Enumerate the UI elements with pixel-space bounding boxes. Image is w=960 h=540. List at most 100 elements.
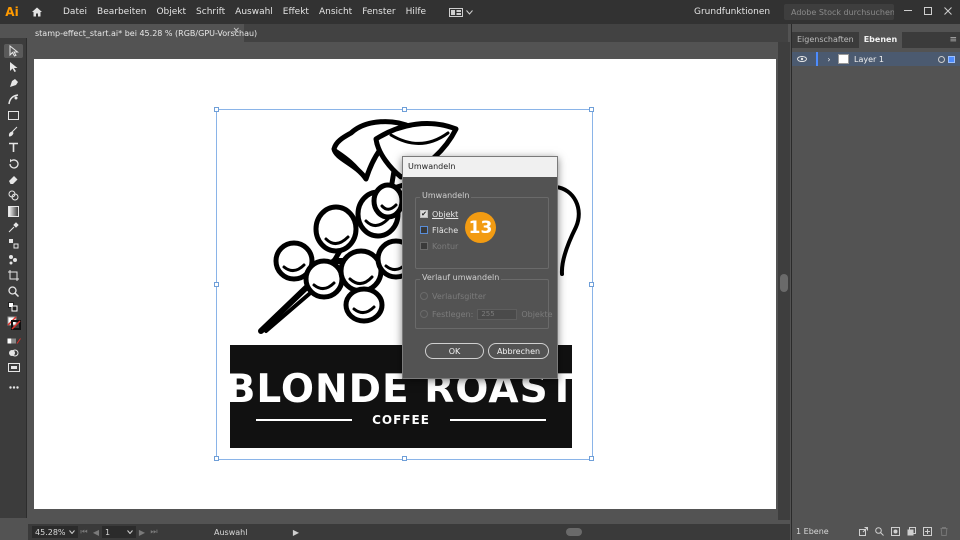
home-icon[interactable]	[26, 1, 48, 23]
horizontal-scroll-thumb[interactable]	[566, 528, 582, 536]
resize-handle[interactable]	[589, 107, 594, 112]
tab-ebenen[interactable]: Ebenen	[858, 32, 903, 48]
menu-schrift[interactable]: Schrift	[191, 0, 230, 24]
minimize-icon[interactable]	[898, 0, 918, 22]
layer-color-indicator	[816, 52, 818, 66]
new-sublayer-icon[interactable]	[907, 526, 917, 536]
option-festlegen: Festlegen: 255 Objekte	[420, 308, 553, 320]
gradient-expand-group: Verlauf umwandeln Verlaufsgitter Festleg…	[415, 273, 553, 329]
layers-panel: Eigenschaften Ebenen ≡ › Layer 1 1 Ebene	[791, 24, 960, 540]
status-menu-icon[interactable]: ▶	[290, 528, 302, 537]
radio-verlaufsgitter	[420, 292, 428, 300]
locate-object-icon[interactable]	[875, 526, 885, 536]
document-tab-bar: stamp-effect_start.ai* bei 45.28 % (RGB/…	[28, 24, 788, 42]
resize-handle[interactable]	[214, 282, 219, 287]
checkbox-flaeche[interactable]	[420, 226, 428, 234]
next-artboard-icon[interactable]: ▶	[136, 528, 148, 537]
cancel-button[interactable]: Abbrechen	[488, 343, 549, 359]
last-artboard-icon[interactable]: ⏭	[148, 527, 160, 537]
resize-handle[interactable]	[402, 107, 407, 112]
resize-handle[interactable]	[214, 107, 219, 112]
rectangle-tool-icon[interactable]	[4, 108, 23, 122]
menu-hilfe[interactable]: Hilfe	[401, 0, 431, 24]
menu-fenster[interactable]: Fenster	[357, 0, 400, 24]
default-colors-icon[interactable]	[4, 300, 23, 314]
clipping-mask-icon[interactable]	[891, 526, 901, 536]
direct-selection-tool-icon[interactable]	[4, 60, 23, 74]
zoom-tool-icon[interactable]	[4, 284, 23, 298]
close-window-icon[interactable]	[938, 0, 958, 22]
layer-name[interactable]: Layer 1	[854, 55, 918, 64]
option-festlegen-label: Festlegen:	[432, 309, 474, 319]
menu-datei[interactable]: Datei	[58, 0, 92, 24]
trash-icon[interactable]	[939, 526, 949, 536]
selection-tool-icon[interactable]	[4, 44, 23, 58]
type-tool-icon[interactable]	[4, 140, 23, 154]
ok-button[interactable]: OK	[425, 343, 484, 359]
arrange-documents-icon[interactable]	[449, 7, 473, 17]
horizontal-scrollbar[interactable]	[346, 527, 780, 537]
artboard-number-field[interactable]: 1	[102, 526, 136, 538]
menu-bar: Ai Datei Bearbeiten Objekt Schrift Auswa…	[0, 0, 960, 24]
checkbox-objekt[interactable]: ✔	[420, 210, 428, 218]
layer-row[interactable]: › Layer 1	[792, 52, 960, 66]
resize-handle[interactable]	[589, 282, 594, 287]
stock-search-input[interactable]: Adobe Stock durchsuchen	[784, 4, 894, 20]
panel-menu-icon[interactable]: ≡	[949, 32, 957, 48]
option-objekt-label: Objekt	[432, 209, 459, 219]
resize-handle[interactable]	[589, 456, 594, 461]
app-logo: Ai	[5, 5, 19, 19]
pen-tool-icon[interactable]	[4, 76, 23, 90]
layer-thumbnail	[838, 54, 849, 64]
menu-bearbeiten[interactable]: Bearbeiten	[92, 0, 151, 24]
vertical-scrollbar[interactable]	[778, 42, 790, 520]
menu-auswahl[interactable]: Auswahl	[230, 0, 278, 24]
more-tools-icon[interactable]	[4, 380, 23, 394]
workspace-switcher[interactable]: Grundfunktionen	[690, 4, 774, 20]
first-artboard-icon[interactable]: ⏮	[78, 527, 90, 537]
export-icon[interactable]	[859, 526, 869, 536]
curvature-tool-icon[interactable]	[4, 92, 23, 106]
symbol-sprayer-tool-icon[interactable]	[4, 252, 23, 266]
blend-tool-icon[interactable]	[4, 236, 23, 250]
visibility-eye-icon[interactable]	[792, 56, 812, 62]
menu-objekt[interactable]: Objekt	[151, 0, 191, 24]
menu-ansicht[interactable]: Ansicht	[314, 0, 357, 24]
option-verlaufsgitter-label: Verlaufsgitter	[432, 291, 487, 301]
layers-footer: 1 Ebene	[792, 522, 960, 540]
expand-dialog: Umwandeln Umwandeln ✔ Objekt Fläche Kont…	[402, 156, 558, 379]
search-placeholder: Adobe Stock durchsuchen	[791, 7, 894, 17]
chevron-down-icon	[466, 9, 473, 15]
layer-count: 1 Ebene	[796, 526, 829, 536]
vertical-scroll-thumb[interactable]	[780, 274, 788, 292]
gradient-tool-icon[interactable]	[4, 204, 23, 218]
screen-mode-icon[interactable]	[4, 360, 23, 374]
tab-eigenschaften[interactable]: Eigenschaften	[792, 32, 859, 48]
resize-handle[interactable]	[214, 456, 219, 461]
document-tab-title: stamp-effect_start.ai* bei 45.28 % (RGB/…	[35, 28, 258, 38]
panel-tabs: Eigenschaften Ebenen ≡	[792, 32, 960, 48]
draw-mode-icon[interactable]	[4, 346, 23, 360]
eraser-tool-icon[interactable]	[4, 172, 23, 186]
layer-selection-indicator[interactable]	[948, 55, 955, 63]
previous-artboard-icon[interactable]: ◀	[90, 528, 102, 537]
option-flaeche[interactable]: Fläche	[420, 224, 458, 236]
artboard-tool-icon[interactable]	[4, 268, 23, 282]
expand-layer-icon[interactable]: ›	[822, 55, 836, 64]
new-layer-icon[interactable]	[923, 526, 933, 536]
chevron-down-icon	[127, 530, 133, 534]
resize-handle[interactable]	[402, 456, 407, 461]
document-tab[interactable]: stamp-effect_start.ai* bei 45.28 % (RGB/…	[28, 24, 257, 42]
layer-target-icon[interactable]	[938, 55, 945, 63]
rotate-tool-icon[interactable]	[4, 156, 23, 170]
fill-stroke-swatch-icon[interactable]	[4, 316, 23, 330]
maximize-icon[interactable]	[918, 0, 938, 22]
shape-builder-tool-icon[interactable]	[4, 188, 23, 202]
close-tab-icon[interactable]: ×	[232, 26, 240, 36]
workspace-label: Grundfunktionen	[694, 7, 771, 17]
zoom-field[interactable]: 45.28%	[32, 526, 78, 538]
menu-effekt[interactable]: Effekt	[278, 0, 314, 24]
paintbrush-tool-icon[interactable]	[4, 124, 23, 138]
option-objekt[interactable]: ✔ Objekt	[420, 208, 458, 220]
eyedropper-tool-icon[interactable]	[4, 220, 23, 234]
